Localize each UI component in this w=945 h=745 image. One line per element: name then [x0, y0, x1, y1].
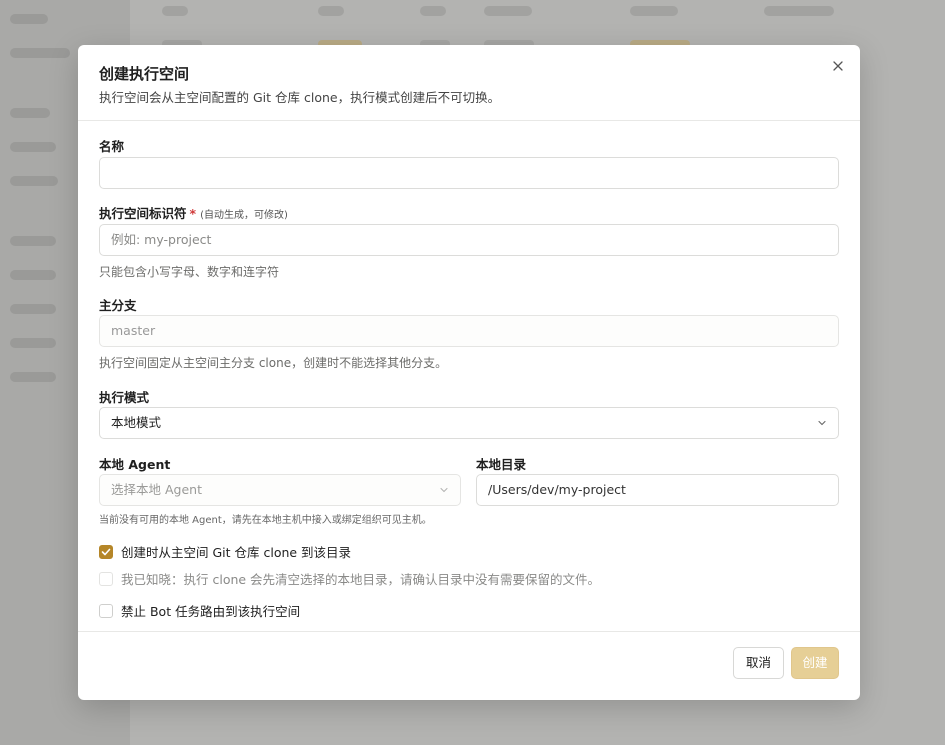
mode-select[interactable]: 本地模式 — [99, 407, 839, 439]
branch-label-text: 主分支 — [99, 298, 137, 313]
acknowledge-checkbox — [99, 571, 113, 586]
dialog-footer: 取消 创建 — [78, 631, 860, 700]
agent-label: 本地 Agent — [99, 457, 170, 473]
acknowledge-checkbox-row: 我已知晓：执行 clone 会先清空选择的本地目录，请确认目录中没有需要保留的文… — [99, 569, 600, 588]
chevron-down-icon — [440, 487, 448, 493]
directory-input[interactable]: /Users/dev/my-project — [476, 474, 839, 506]
clone-checkbox-label: 创建时从主空间 Git 仓库 clone 到该目录 — [121, 545, 352, 560]
agent-select-placeholder: 选择本地 Agent — [111, 482, 202, 497]
mode-label-text: 执行模式 — [99, 390, 150, 405]
mode-label: 执行模式 — [99, 390, 149, 406]
agent-label-text: 本地 Agent — [99, 457, 171, 472]
agent-help: 当前没有可用的本地 Agent，请先在本地主机中接入或绑定组织可见主机。 — [99, 515, 432, 526]
bot-routing-checkbox[interactable] — [99, 603, 113, 618]
close-icon — [833, 61, 843, 71]
directory-label-text: 本地目录 — [476, 457, 527, 472]
check-icon — [101, 548, 111, 555]
branch-label: 主分支 — [99, 298, 137, 314]
dialog-header: 创建执行空间 执行空间会从主空间配置的 Git 仓库 clone，执行模式创建后… — [78, 45, 860, 121]
chevron-down-icon — [818, 420, 826, 426]
slug-input[interactable]: 例如: my-project — [99, 224, 839, 256]
create-execution-space-dialog: 创建执行空间 执行空间会从主空间配置的 Git 仓库 clone，执行模式创建后… — [78, 45, 860, 700]
dialog-description: 执行空间会从主空间配置的 Git 仓库 clone，执行模式创建后不可切换。 — [99, 90, 501, 105]
slug-label: 执行空间标识符 * (自动生成，可修改) — [99, 206, 288, 224]
bot-routing-checkbox-label: 禁止 Bot 任务路由到该执行空间 — [121, 604, 301, 619]
slug-help: 只能包含小写字母、数字和连字符 — [99, 265, 280, 279]
name-label-text: 名称 — [99, 139, 125, 154]
acknowledge-checkbox-label: 我已知晓：执行 clone 会先清空选择的本地目录，请确认目录中没有需要保留的文… — [121, 572, 601, 587]
mode-select-value: 本地模式 — [111, 415, 162, 430]
required-mark: * — [189, 206, 197, 221]
clone-checkbox[interactable] — [99, 544, 113, 559]
branch-help: 执行空间固定从主空间主分支 clone，创建时不能选择其他分支。 — [99, 356, 448, 370]
branch-input: master — [99, 315, 839, 347]
clone-checkbox-row[interactable]: 创建时从主空间 Git 仓库 clone 到该目录 — [99, 542, 351, 561]
directory-label: 本地目录 — [476, 457, 526, 473]
close-button[interactable] — [830, 58, 846, 74]
cancel-button[interactable]: 取消 — [733, 647, 784, 679]
name-label: 名称 — [99, 139, 124, 155]
bot-routing-checkbox-row[interactable]: 禁止 Bot 任务路由到该执行空间 — [99, 601, 300, 620]
slug-hint: (自动生成，可修改) — [200, 210, 288, 221]
create-button[interactable]: 创建 — [791, 647, 839, 679]
name-input[interactable] — [99, 157, 839, 189]
agent-select: 选择本地 Agent — [99, 474, 461, 506]
dialog-title: 创建执行空间 — [99, 65, 190, 83]
slug-label-text: 执行空间标识符 — [99, 206, 187, 221]
